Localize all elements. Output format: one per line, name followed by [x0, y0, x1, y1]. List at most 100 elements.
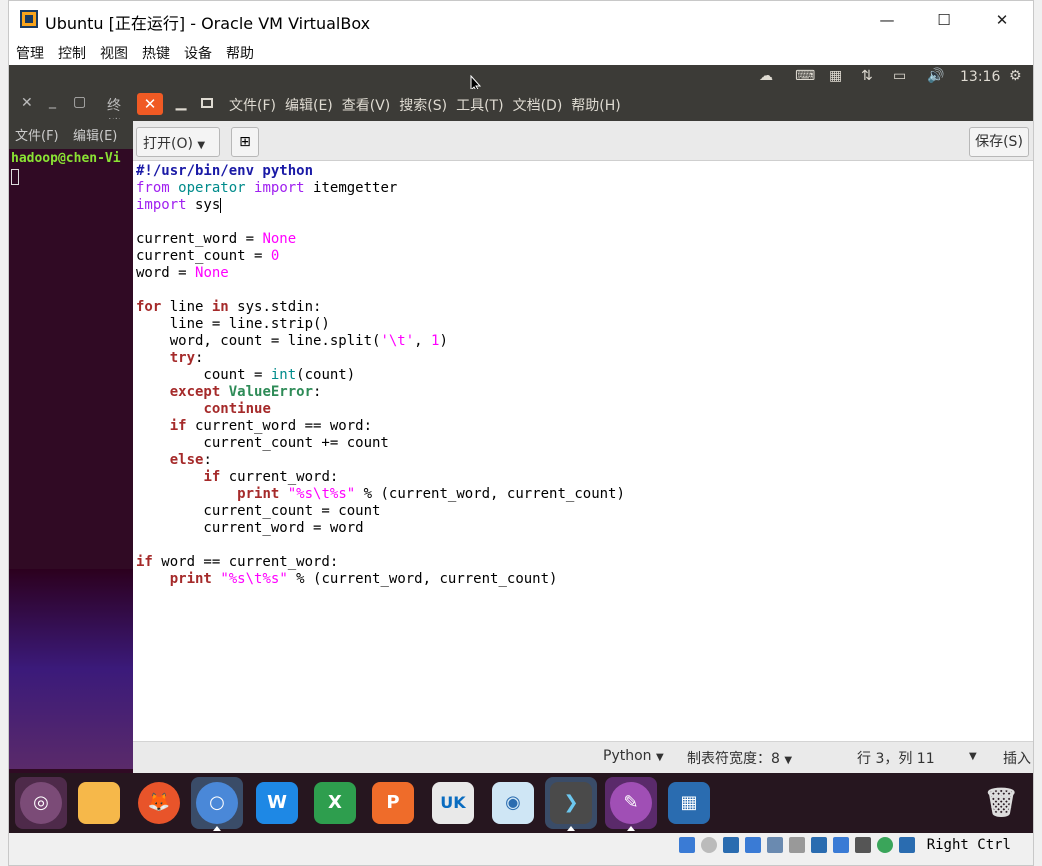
menu-documents[interactable]: 文档(D) — [513, 98, 563, 114]
menu-help[interactable]: 帮助 — [219, 39, 261, 67]
mouse-integration-icon[interactable] — [877, 837, 893, 853]
maximize-icon: ☐ — [937, 11, 951, 29]
virtualbox-window: Ubuntu [正在运行] - Oracle VM VirtualBox — ☐… — [8, 0, 1034, 866]
code-line: print "%s\t%s" % (current_word, current_… — [169, 571, 558, 587]
clock[interactable]: 13:16 — [960, 69, 1000, 85]
trash-icon[interactable]: 🗑 — [975, 777, 1027, 829]
terminal-menu-edit[interactable]: 编辑(E) — [73, 125, 117, 144]
terminal-menu-file[interactable]: 文件(F) — [15, 125, 59, 144]
terminal-minimize-icon[interactable]: _ — [49, 93, 56, 109]
dash-home-icon[interactable]: ◎ — [15, 777, 67, 829]
open-button-label: 打开(O) — [143, 136, 193, 152]
language-selector[interactable]: Python ▼ — [603, 748, 664, 764]
terminal-launcher-icon[interactable]: ❯ — [545, 777, 597, 831]
minimize-button[interactable]: — — [864, 5, 910, 35]
virtualbox-icon — [20, 10, 38, 28]
menu-file[interactable]: 文件(F) — [229, 98, 276, 114]
keyboard-capture-icon[interactable] — [899, 837, 915, 853]
vbox-titlebar[interactable]: Ubuntu [正在运行] - Oracle VM VirtualBox — ☐… — [9, 1, 1033, 39]
shared-folders-icon[interactable] — [789, 837, 805, 853]
terminal-prompt: hadoop@chen-Vi — [11, 151, 121, 166]
vbox-statusbar: Right Ctrl — [9, 833, 1033, 865]
gedit-close-button[interactable]: ✕ — [137, 93, 163, 115]
maximize-button[interactable]: ☐ — [921, 5, 967, 35]
menu-edit[interactable]: 编辑(E) — [285, 98, 333, 114]
code-editor[interactable]: #!/usr/bin/env python from operator impor… — [133, 161, 1033, 741]
menu-view[interactable]: 查看(V) — [342, 98, 391, 114]
audio-icon[interactable] — [723, 837, 739, 853]
code-line: if word == current_word: — [136, 554, 339, 570]
menu-view[interactable]: 视图 — [93, 39, 135, 67]
chevron-down-icon: ▼ — [197, 140, 206, 151]
battery-icon[interactable]: ▭ — [893, 68, 906, 84]
host-key: Right Ctrl — [926, 837, 1011, 853]
hardware-info-icon[interactable]: ◉ — [487, 777, 539, 829]
display-icon[interactable] — [811, 837, 827, 853]
code-line: except ValueError: — [169, 384, 322, 400]
code-line: else: — [169, 452, 212, 468]
terminal-titlebar[interactable]: ✕ _ ▢ 终端 — [9, 89, 134, 134]
insert-mode: 插入 — [1003, 751, 1031, 767]
video-capture-icon[interactable] — [833, 837, 849, 853]
menu-hotkeys[interactable]: 热键 — [135, 39, 177, 67]
menu-devices[interactable]: 设备 — [177, 39, 219, 67]
code-line: try: — [169, 350, 204, 366]
text-editor-icon[interactable]: ✎ — [605, 777, 657, 831]
gedit-titlebar[interactable]: ✕ ▁ 文件(F) 编辑(E) 查看(V) 搜索(S) 工具(T) 文档(D) 帮助(H) — [133, 89, 1033, 121]
network-adapter-icon[interactable] — [745, 837, 761, 853]
open-button[interactable]: 打开(O) ▼ — [136, 127, 220, 157]
wps-spreadsheets-icon[interactable]: X — [309, 777, 361, 829]
menu-help[interactable]: 帮助(H) — [571, 98, 620, 114]
terminal-cursor — [11, 169, 19, 185]
new-document-button[interactable]: ⊞ — [231, 127, 259, 157]
cursor-position[interactable]: 行 3，列 11 — [857, 748, 935, 768]
save-button[interactable]: 保存(S) — [969, 127, 1029, 157]
vbox-menubar: 管理 控制 视图 热键 设备 帮助 — [9, 39, 1033, 65]
hard-disk-icon[interactable] — [679, 837, 695, 853]
guest-screen[interactable]: ☁ ⌨ ▦ ⇅ ▭ 🔊 13:16 ⚙ ✕ _ ▢ 终端 文件(F) 编辑(E)… — [9, 65, 1033, 833]
calendar-icon[interactable]: ▦ — [829, 68, 842, 84]
gedit-maximize-button[interactable] — [195, 93, 219, 115]
menu-control[interactable]: 控制 — [51, 39, 93, 67]
menu-search[interactable]: 搜索(S) — [399, 98, 447, 114]
code-line: word, count = line.split('\t', 1) — [136, 333, 448, 349]
active-indicator — [567, 826, 575, 831]
gedit-toolbar: 打开(O) ▼ ⊞ 保存(S) — [133, 121, 1033, 161]
gedit-menubar: 文件(F) 编辑(E) 查看(V) 搜索(S) 工具(T) 文档(D) 帮助(H) — [229, 95, 630, 115]
workspace-switcher-icon[interactable]: ▦ — [663, 777, 715, 829]
chevron-down-icon[interactable]: ▼ — [969, 751, 977, 762]
unity-launcher: ◎ 🦊 ○ W X P UK ◉ ❯ ✎ ▦ 🗑 — [9, 773, 1033, 833]
gedit-window: ✕ ▁ 文件(F) 编辑(E) 查看(V) 搜索(S) 工具(T) 文档(D) 帮助(H) … — [133, 89, 1033, 773]
network-icon[interactable]: ⇅ — [861, 68, 873, 84]
cpu-icon[interactable] — [855, 837, 871, 853]
usb-icon[interactable] — [767, 837, 783, 853]
wps-writer-icon[interactable]: W — [251, 777, 303, 829]
gear-icon[interactable]: ⚙ — [1009, 68, 1022, 84]
wps-presentation-icon[interactable]: P — [367, 777, 419, 829]
volume-icon[interactable]: 🔊 — [927, 68, 944, 84]
files-icon[interactable] — [73, 777, 125, 829]
menu-manage[interactable]: 管理 — [9, 39, 51, 67]
firefox-icon[interactable]: 🦊 — [133, 777, 185, 829]
tab-width-selector[interactable]: 制表符宽度：8 ▼ — [687, 748, 792, 768]
terminal-close-icon[interactable]: ✕ — [21, 95, 33, 111]
unity-top-panel: ☁ ⌨ ▦ ⇅ ▭ 🔊 13:16 ⚙ — [9, 65, 1033, 93]
keyboard-icon[interactable]: ⌨ — [795, 68, 815, 84]
active-indicator — [213, 826, 221, 831]
terminal-window[interactable]: ✕ _ ▢ 终端 文件(F) 编辑(E) hadoop@chen-Vi — [9, 89, 134, 773]
text-caret — [220, 197, 222, 213]
terminal-maximize-icon[interactable]: ▢ — [73, 94, 86, 110]
software-center-icon[interactable]: UK — [427, 777, 479, 829]
minimize-icon: — — [879, 11, 895, 29]
close-icon: ✕ — [995, 11, 1009, 29]
chromium-icon[interactable]: ○ — [191, 777, 243, 831]
code-line: continue — [203, 401, 271, 417]
weather-icon[interactable]: ☁ — [759, 68, 773, 84]
code-line: from operator import itemgetter — [136, 180, 398, 196]
gedit-minimize-button[interactable]: ▁ — [169, 93, 193, 115]
close-window-button[interactable]: ✕ — [979, 5, 1025, 35]
menu-tools[interactable]: 工具(T) — [456, 98, 503, 114]
code-line: line = line.strip() — [136, 316, 330, 332]
optical-drive-icon[interactable] — [701, 837, 717, 853]
